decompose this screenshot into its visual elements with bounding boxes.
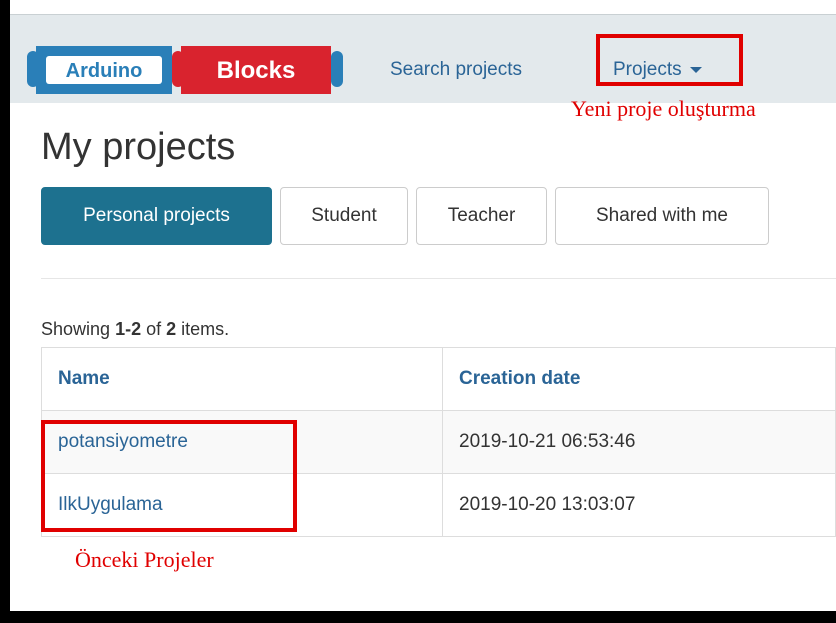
column-header-name[interactable]: Name [41, 347, 443, 411]
results-summary: Showing 1-2 of 2 items. [41, 319, 229, 340]
summary-range: 1-2 [115, 319, 142, 339]
table-cell-created: 2019-10-20 13:03:07 [442, 473, 836, 537]
divider [41, 278, 836, 279]
highlight-box-projects [596, 34, 743, 86]
app-window: Arduino Blocks Search projects Projects … [10, 0, 836, 611]
tab-personal-projects[interactable]: Personal projects [41, 187, 272, 245]
table-cell-created: 2019-10-21 06:53:46 [442, 410, 836, 474]
summary-suffix: items. [176, 319, 230, 339]
highlight-box-previous-projects [41, 420, 297, 532]
summary-total: 2 [166, 319, 177, 339]
summary-middle: of [141, 319, 167, 339]
tab-student[interactable]: Student [280, 187, 408, 245]
nav-search-projects[interactable]: Search projects [390, 59, 522, 81]
table-header-row: Name Creation date [41, 347, 836, 411]
arduinoblocks-logo[interactable]: Arduino Blocks [27, 46, 345, 94]
annotation-previous-projects: Önceki Projeler [75, 547, 214, 572]
page-title: My projects [41, 126, 236, 168]
logo-text-blocks: Blocks [217, 57, 296, 84]
summary-prefix: Showing [41, 319, 116, 339]
column-header-creation-date[interactable]: Creation date [442, 347, 836, 411]
tab-shared-with-me[interactable]: Shared with me [555, 187, 769, 245]
tab-teacher[interactable]: Teacher [416, 187, 547, 245]
annotation-new-project: Yeni proje oluşturma [571, 96, 756, 121]
logo-text-arduino: Arduino [66, 60, 143, 82]
